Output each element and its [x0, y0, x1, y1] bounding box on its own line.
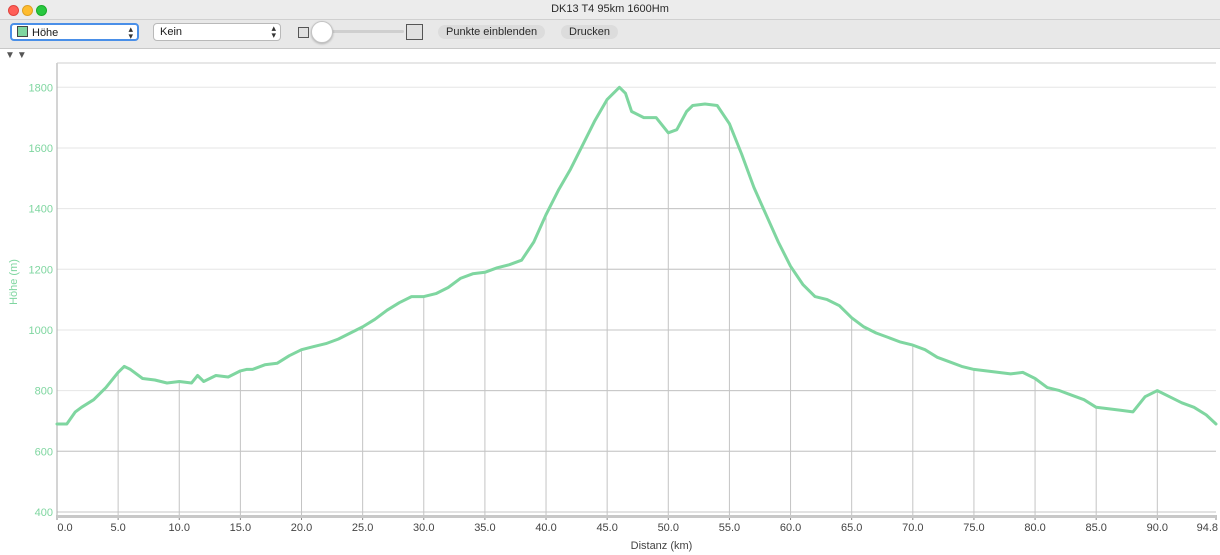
x-tick-label: 40.0	[535, 522, 556, 534]
x-axis-label: Distanz (km)	[631, 540, 693, 552]
x-tick-label: 90.0	[1147, 522, 1168, 534]
y-tick-label: 1000	[29, 325, 53, 337]
y-tick-label: 1600	[29, 143, 53, 155]
x-tick-label: 94.8	[1197, 522, 1218, 534]
x-tick-label: 30.0	[413, 522, 434, 534]
elevation-series-line	[55, 85, 1218, 426]
x-tick-label: 10.0	[169, 522, 190, 534]
x-tick-label: 80.0	[1024, 522, 1045, 534]
x-tick-label: 45.0	[596, 522, 617, 534]
x-axis-bar	[57, 515, 1216, 518]
x-tick-label: 65.0	[841, 522, 862, 534]
y-tick-label: 1800	[29, 82, 53, 94]
elevation-chart: 400 600 800 1000 1200 1400 1600 1800 0.0 5.0 10.0 1…	[8, 62, 1218, 552]
series-layer	[55, 85, 1218, 426]
x-tick-label: 35.0	[474, 522, 495, 534]
label-layer: 400 600 800 1000 1200 1400 1600 1800 0.0 5.0 10.0 1…	[8, 82, 1218, 552]
x-tick-label: 25.0	[352, 522, 373, 534]
x-tick-label: 70.0	[902, 522, 923, 534]
x-tick-label: 60.0	[780, 522, 801, 534]
x-tick-label: 15.0	[230, 522, 251, 534]
grid-layer	[57, 86, 1216, 515]
x-tick-label: 20.0	[291, 522, 312, 534]
x-tick-label: 5.0	[110, 522, 125, 534]
x-tick-label: 50.0	[658, 522, 679, 534]
x-tick-label: 0.0	[57, 522, 72, 534]
y-tick-label: 1400	[29, 204, 53, 216]
y-tick-label: 400	[35, 507, 53, 519]
y-tick-label: 1200	[29, 264, 53, 276]
x-tick-label: 55.0	[719, 522, 740, 534]
x-tick-label: 75.0	[963, 522, 984, 534]
y-tick-label: 800	[35, 386, 53, 398]
y-axis-label: Höhe (m)	[8, 259, 20, 305]
x-tick-label: 85.0	[1085, 522, 1106, 534]
y-tick-label: 600	[35, 446, 53, 458]
